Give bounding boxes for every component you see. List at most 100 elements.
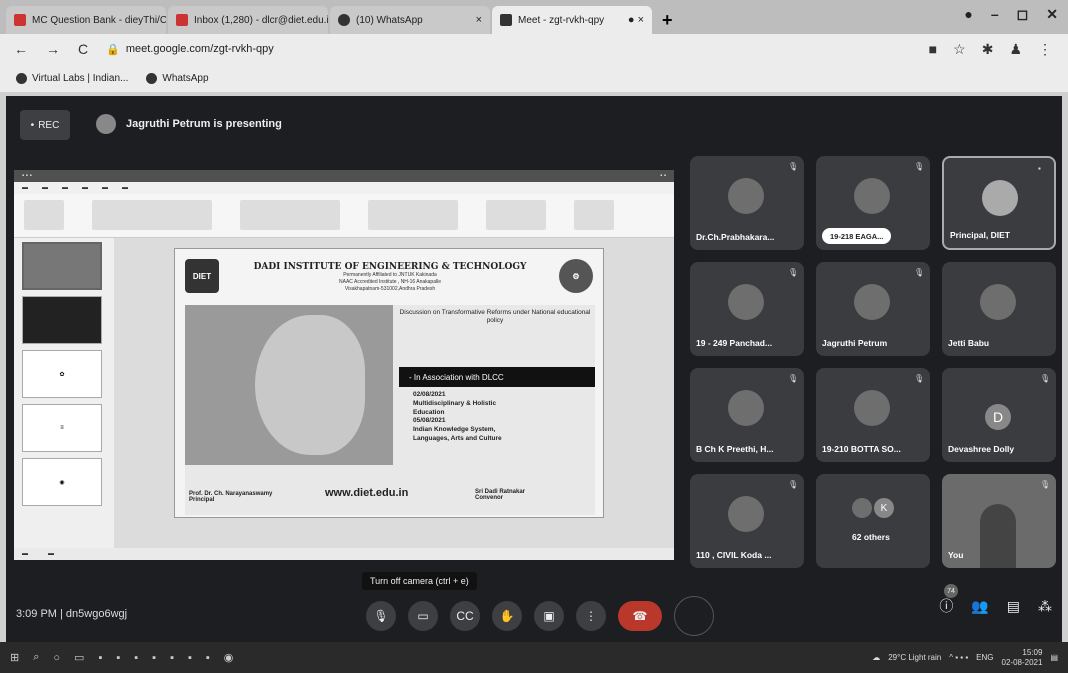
avatar — [854, 284, 890, 320]
avatar — [728, 390, 764, 426]
participant-tile[interactable]: 🎙 Dr.Ch.Prabhakara... — [690, 156, 804, 250]
app-icon[interactable]: ▪ — [206, 652, 210, 664]
extensions-icon[interactable]: ✱ — [982, 41, 994, 58]
topic-list: 02/08/2021 Multidisciplinary & Holistic … — [413, 391, 502, 444]
clock[interactable]: 15:09 02-08-2021 — [1002, 648, 1043, 667]
close-tab-icon[interactable]: ● × — [628, 14, 644, 26]
mic-off-icon: 🎙 — [914, 268, 925, 277]
institute-name: DADI INSTITUTE OF ENGINEERING & TECHNOLO… — [253, 261, 527, 272]
participant-tile[interactable]: 🎙 19-210 BOTTA SO... — [816, 368, 930, 462]
mic-off-icon: 🎙 — [788, 480, 799, 489]
app-icon[interactable]: ▪ — [134, 652, 138, 664]
notifications-icon[interactable]: ▤ — [1050, 653, 1058, 662]
avatar — [728, 284, 764, 320]
weather-text[interactable]: 29°C Light rain — [888, 653, 941, 662]
convenor-credit: Sri Dadi Ratnakar Convenor — [475, 489, 525, 501]
close-tab-icon[interactable]: × — [476, 14, 482, 26]
new-tab-button[interactable]: + — [654, 6, 681, 34]
mic-button[interactable]: 🎙 — [366, 601, 396, 631]
window-controls: ● – ◻ ✕ — [964, 6, 1058, 23]
institute-sub: Visakhapatnam-531002,Andhra Pradesh — [344, 285, 436, 292]
rec-label: REC — [38, 119, 60, 131]
ribbon-group — [92, 200, 212, 230]
avatar — [980, 284, 1016, 320]
chrome-icon[interactable]: ◉ — [224, 651, 234, 664]
tab-inbox[interactable]: Inbox (1,280) - dlcr@diet.edu.in × — [168, 6, 328, 34]
participant-tile[interactable]: 🎙 19-218 EAGA... — [816, 156, 930, 250]
minimize-button[interactable]: – — [991, 6, 999, 23]
search-icon[interactable]: ⌕ — [33, 651, 39, 664]
cortana-icon[interactable]: ○ — [53, 652, 60, 664]
convenor-role: Convenor — [475, 495, 504, 501]
participant-tile[interactable]: 🎙 B Ch K Preethi, H... — [690, 368, 804, 462]
slide-thumbnail: ≡ — [22, 404, 102, 452]
others-tile[interactable]: K 62 others — [816, 474, 930, 568]
clock-date: 02-08-2021 — [1001, 657, 1043, 667]
presentation-screen: ▪ ▪ ▪ ▪ ▪ ▬ ▬ ▬ ▬ ▬ ▬ ✿ ≡ ◉ DIET DADI IN… — [14, 170, 674, 560]
captions-icon: CC — [456, 609, 474, 623]
bookmark-whatsapp[interactable]: WhatsApp — [146, 72, 209, 84]
self-video — [980, 504, 1016, 568]
slide-thumbnail — [22, 296, 102, 344]
forward-icon[interactable]: → — [46, 41, 60, 57]
participant-tile[interactable]: Jetti Babu — [942, 262, 1056, 356]
topic-item: 05/08/2021 — [413, 417, 446, 425]
participant-tile[interactable]: 🎙 19 - 249 Panchad... — [690, 262, 804, 356]
chat-icon[interactable]: ▤ — [1007, 598, 1020, 615]
head-illustration — [185, 305, 393, 465]
association-band: - In Association with DLCC — [399, 367, 595, 387]
participant-name: 110 , CIVIL Koda ... — [696, 550, 772, 560]
participant-tile[interactable]: 🎙 Jagruthi Petrum — [816, 262, 930, 356]
captions-button[interactable]: CC — [450, 601, 480, 631]
camera-indicator-icon[interactable]: ■ — [929, 41, 937, 58]
menu-icon[interactable]: ⋮ — [1038, 41, 1052, 58]
more-options-button[interactable]: ⋮ — [576, 601, 606, 631]
tab-meet[interactable]: Meet - zgt-rvkh-qpy ● × — [492, 6, 652, 34]
app-icon[interactable]: ▪ — [152, 652, 156, 664]
camera-button[interactable]: ▭ — [408, 601, 438, 631]
ppt-status-bar: ▬ ▬ — [14, 548, 674, 560]
tab-question-bank[interactable]: MC Question Bank - dieyThi/Cr × — [6, 6, 166, 34]
avatar — [728, 496, 764, 532]
lock-icon: 🔒 — [106, 43, 120, 56]
participant-tile[interactable]: ▪ Principal, DIET — [942, 156, 1056, 250]
tray-icons[interactable]: ^ ▪ ▪ ▪ — [949, 653, 968, 662]
windows-start-icon[interactable]: ⊞ — [10, 651, 19, 664]
clock-time: 15:09 — [1022, 647, 1043, 657]
back-icon[interactable]: ← — [14, 41, 28, 57]
participant-name: 19-218 EAGA... — [822, 228, 892, 244]
phone-hangup-icon: ☎ — [632, 609, 648, 623]
people-icon[interactable]: 👥 — [971, 598, 988, 615]
info-icon[interactable]: ⓘ — [939, 596, 953, 616]
leave-call-button[interactable]: ☎ — [618, 601, 662, 631]
participant-tile[interactable]: 🎙 110 , CIVIL Koda ... — [690, 474, 804, 568]
ppt-body: ✿ ≡ ◉ DIET DADI INSTITUTE OF ENGINEERING… — [14, 238, 674, 560]
app-icon[interactable]: ▪ — [188, 652, 192, 664]
slide-thumbnail — [22, 242, 102, 290]
activities-icon[interactable]: ⁂ — [1038, 598, 1052, 615]
url-field[interactable]: 🔒 meet.google.com/zgt-rvkh-qpy — [106, 43, 274, 56]
bookmark-label: WhatsApp — [162, 72, 209, 84]
profile-icon[interactable]: ♟ — [1009, 41, 1022, 58]
app-icon[interactable]: ▪ — [170, 652, 174, 664]
self-view-tile[interactable]: 🎙 You — [942, 474, 1056, 568]
reload-icon[interactable]: C — [78, 41, 88, 57]
url-text: meet.google.com/zgt-rvkh-qpy — [125, 43, 274, 55]
close-window-button[interactable]: ✕ — [1046, 6, 1058, 23]
maximize-button[interactable]: ◻ — [1017, 6, 1029, 23]
star-icon[interactable]: ☆ — [953, 41, 966, 58]
bookmark-virtual-labs[interactable]: Virtual Labs | Indian... — [16, 72, 128, 84]
tab-whatsapp[interactable]: (10) WhatsApp × — [330, 6, 490, 34]
profile-icon[interactable]: ● — [964, 6, 972, 23]
task-view-icon[interactable]: ▭ — [74, 651, 84, 664]
tab-label: Meet - zgt-rvkh-qpy — [518, 14, 605, 26]
participant-tile[interactable]: 🎙 D Devashree Dolly — [942, 368, 1056, 462]
present-button[interactable]: ▣ — [534, 601, 564, 631]
camera-icon: ▭ — [417, 609, 429, 623]
app-icon[interactable]: ▪ — [116, 652, 120, 664]
raise-hand-button[interactable]: ✋ — [492, 601, 522, 631]
app-icon[interactable]: ▪ — [98, 652, 102, 664]
mic-off-icon: 🎙 — [788, 374, 799, 383]
institute-sub: NAAC Accredited Institute , NH-16 Anakap… — [339, 278, 441, 285]
language-indicator[interactable]: ENG — [976, 653, 993, 662]
